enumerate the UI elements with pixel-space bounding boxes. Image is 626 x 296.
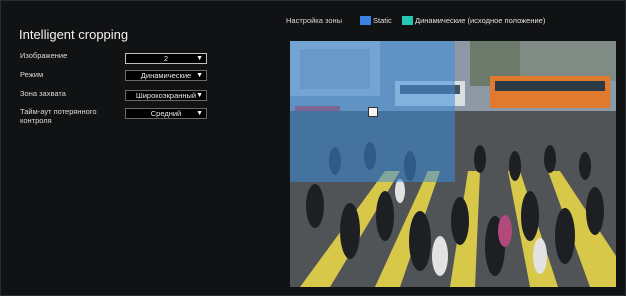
mode-select[interactable]: Динамические ▼ — [125, 70, 207, 81]
static-legend-swatch — [360, 16, 371, 25]
image-select-value: 2 — [163, 54, 169, 63]
lost-tracking-timeout-label: Тайм-аут потерянного контроля — [20, 107, 97, 125]
image-label: Изображение — [20, 51, 68, 60]
square-handle-icon[interactable] — [368, 107, 378, 117]
chevron-down-icon: ▼ — [196, 55, 203, 62]
image-select[interactable]: 2 ▼ — [125, 53, 207, 64]
chevron-down-icon: ▼ — [196, 92, 203, 99]
chevron-down-icon: ▼ — [196, 72, 203, 79]
mode-label: Режим — [20, 70, 44, 79]
chevron-down-icon: ▼ — [196, 110, 203, 117]
lost-tracking-timeout-value: Средний — [150, 109, 182, 118]
camera-preview[interactable] — [290, 41, 616, 287]
zone-settings-header: Настройка зоны — [286, 16, 343, 25]
dynamic-legend-swatch — [402, 16, 413, 25]
dynamic-legend-label: Динамические (исходное положение) — [415, 16, 546, 25]
capture-zone-select-value: Широкоэкранный — [135, 91, 197, 100]
capture-zone-select[interactable]: Широкоэкранный ▼ — [125, 90, 207, 101]
page-title: Intelligent cropping — [19, 27, 129, 42]
static-legend-label: Static — [373, 16, 392, 25]
capture-zone-label: Зона захвата — [20, 89, 66, 98]
lost-tracking-timeout-select[interactable]: Средний ▼ — [125, 108, 207, 119]
intelligent-cropping-panel: Intelligent cropping Изображение 2 ▼ Реж… — [0, 0, 626, 296]
mode-select-value: Динамические — [140, 71, 192, 80]
